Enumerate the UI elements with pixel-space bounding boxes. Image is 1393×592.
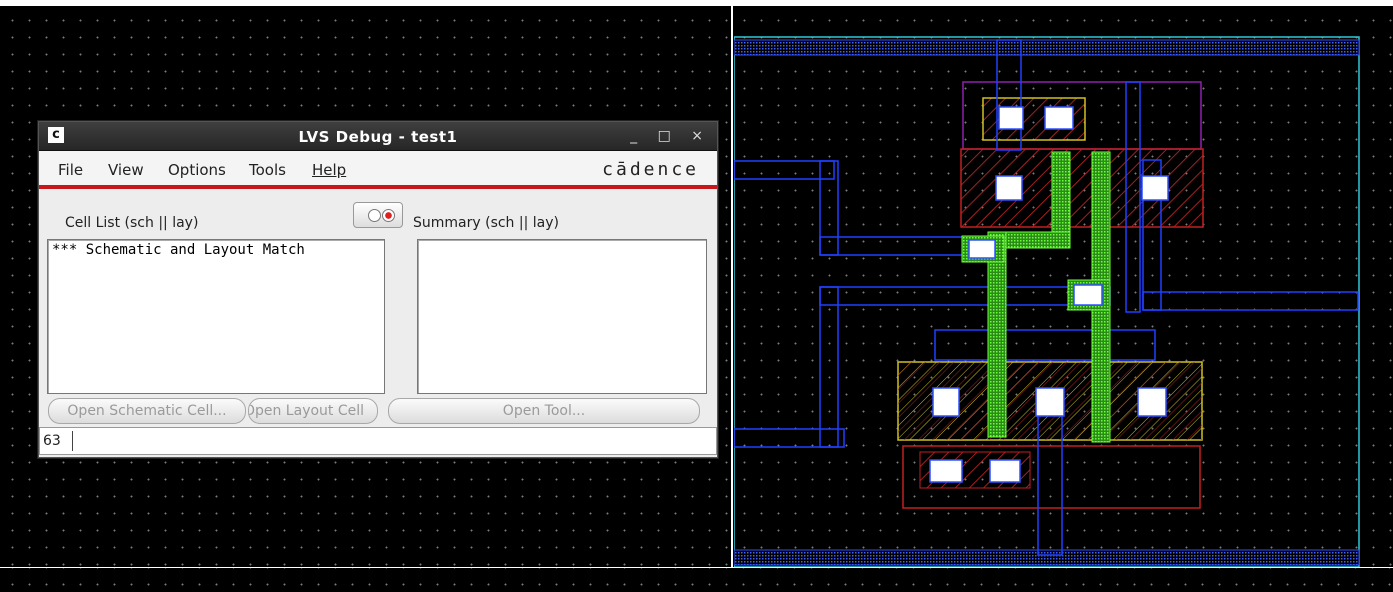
open-tool-button[interactable]: Open Tool... [388, 398, 700, 424]
cell-list-box[interactable]: *** Schematic and Layout Match [47, 239, 385, 394]
pane-divider[interactable] [731, 0, 733, 592]
title-bar[interactable]: c LVS Debug - test1 _ □ × [39, 122, 717, 151]
gnd-rail [734, 549, 1360, 566]
list-item[interactable]: *** Schematic and Layout Match [48, 240, 384, 260]
toggle-indicator-icon [368, 209, 381, 222]
toggle-indicator-active-icon [382, 209, 395, 222]
layout-canvas[interactable] [734, 6, 1393, 567]
toggle-view-button[interactable] [353, 202, 403, 228]
summary-list-box[interactable] [417, 239, 707, 394]
summary-label: Summary (sch || lay) [413, 215, 559, 231]
menu-bar: File View Options Tools Help cādence [39, 151, 717, 189]
lvs-debug-dialog: c LVS Debug - test1 _ □ × File View Opti… [38, 121, 718, 458]
vdd-rail [734, 39, 1360, 56]
menu-options[interactable]: Options [168, 161, 226, 179]
menu-view[interactable]: View [108, 161, 144, 179]
menu-file[interactable]: File [58, 161, 83, 179]
status-bar: 63 [39, 427, 717, 455]
minimize-icon[interactable]: _ [630, 128, 637, 144]
cell-list-label: Cell List (sch || lay) [65, 215, 199, 231]
menu-tools[interactable]: Tools [249, 161, 286, 179]
open-layout-cell-button[interactable]: Open Layout Cell [248, 398, 378, 424]
close-icon[interactable]: × [691, 128, 703, 144]
layout-drawing [734, 36, 1360, 567]
maximize-icon[interactable]: □ [658, 128, 671, 144]
open-schematic-cell-button[interactable]: Open Schematic Cell... [48, 398, 246, 424]
status-value: 63 [43, 433, 61, 449]
bottom-canvas-strip[interactable] [0, 568, 1393, 592]
cadence-logo: cādence [602, 159, 699, 180]
window-controls: _ □ × [614, 128, 703, 144]
status-separator [72, 431, 73, 451]
menu-help[interactable]: Help [312, 161, 346, 179]
